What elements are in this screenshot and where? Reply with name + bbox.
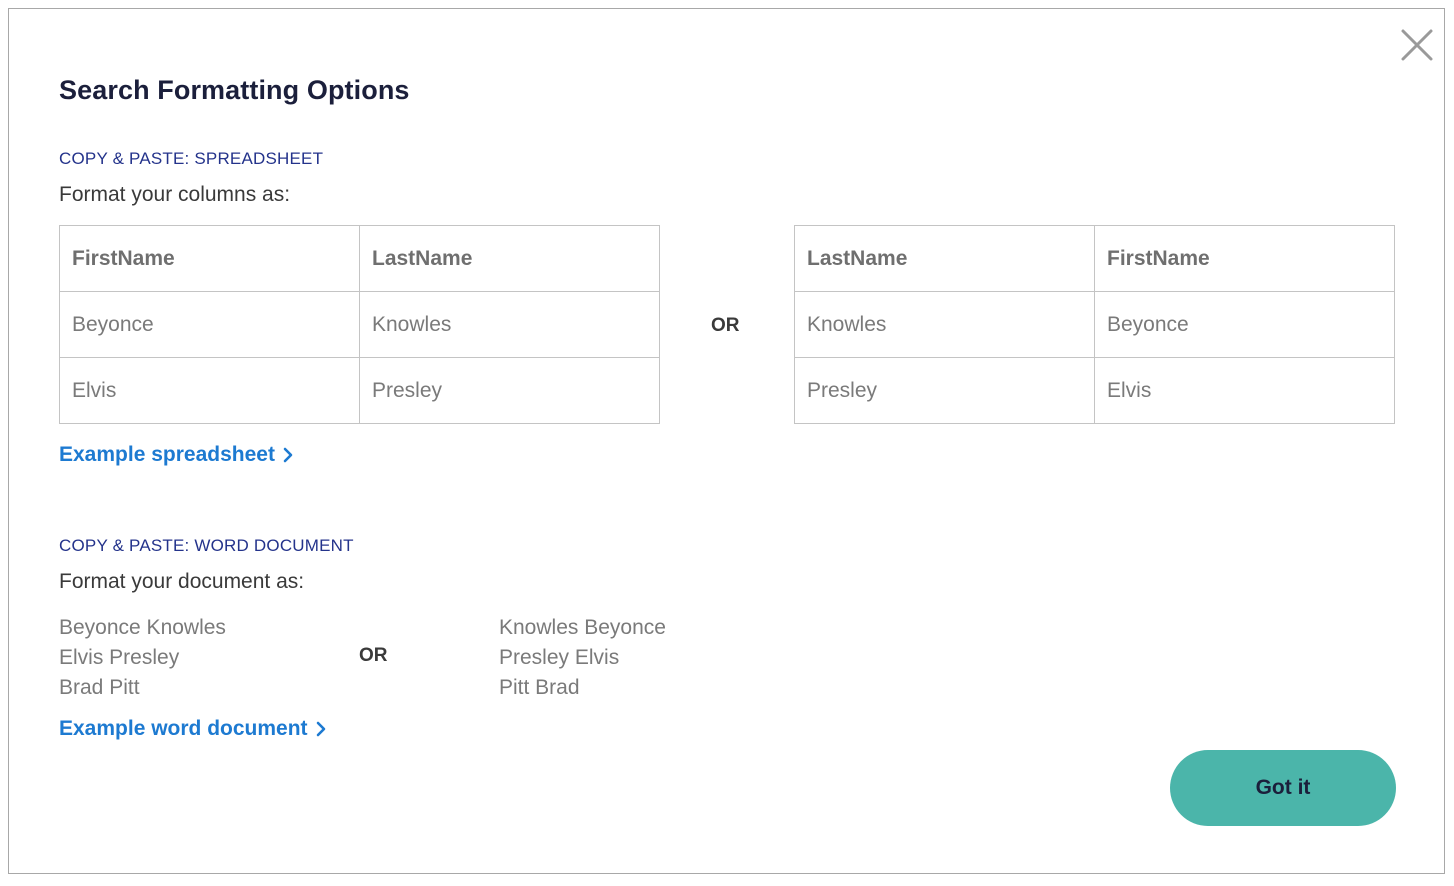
- table-row: Knowles Beyonce: [794, 291, 1395, 358]
- column-header: FirstName: [1094, 225, 1395, 292]
- table-row: Elvis Presley: [59, 357, 660, 424]
- got-it-button[interactable]: Got it: [1170, 750, 1396, 826]
- close-icon[interactable]: [1399, 27, 1435, 63]
- table-cell: Knowles: [359, 291, 660, 358]
- list-item: Beyonce Knowles: [59, 616, 226, 639]
- word-document-list-lastname-first: Knowles Beyonce Presley Elvis Pitt Brad: [499, 613, 666, 703]
- search-formatting-modal: Search Formatting Options COPY & PASTE: …: [8, 8, 1445, 874]
- table-cell: Beyonce: [59, 291, 360, 358]
- table-cell: Presley: [359, 357, 660, 424]
- word-document-or-label: OR: [359, 645, 388, 666]
- example-spreadsheet-link[interactable]: Example spreadsheet: [59, 443, 293, 467]
- table-cell: Elvis: [59, 357, 360, 424]
- table-cell: Beyonce: [1094, 291, 1395, 358]
- list-item: Knowles Beyonce: [499, 616, 666, 639]
- spreadsheet-instruction: Format your columns as:: [59, 183, 291, 206]
- list-item: Elvis Presley: [59, 646, 180, 669]
- list-item: Pitt Brad: [499, 676, 580, 699]
- chevron-right-icon: [316, 721, 325, 737]
- word-document-section-label: COPY & PASTE: WORD DOCUMENT: [59, 536, 354, 555]
- column-header: LastName: [794, 225, 1095, 292]
- list-item: Brad Pitt: [59, 676, 140, 699]
- table-row: Beyonce Knowles: [59, 291, 660, 358]
- example-word-document-link[interactable]: Example word document: [59, 717, 326, 741]
- spreadsheet-table-firstname-first: FirstName LastName Beyonce Knowles Elvis…: [59, 225, 660, 424]
- table-header-row: FirstName LastName: [59, 225, 660, 292]
- table-cell: Elvis: [1094, 357, 1395, 424]
- close-button[interactable]: [1399, 27, 1435, 63]
- table-cell: Presley: [794, 357, 1095, 424]
- spreadsheet-section-label: COPY & PASTE: SPREADSHEET: [59, 149, 324, 168]
- spreadsheet-table-lastname-first: LastName FirstName Knowles Beyonce Presl…: [794, 225, 1395, 424]
- table-header-row: LastName FirstName: [794, 225, 1395, 292]
- word-document-list-firstname-first: Beyonce Knowles Elvis Presley Brad Pitt: [59, 613, 226, 703]
- word-document-instruction: Format your document as:: [59, 570, 305, 593]
- column-header: LastName: [359, 225, 660, 292]
- modal-title: Search Formatting Options: [59, 75, 410, 105]
- example-word-document-link-label: Example word document: [59, 717, 308, 740]
- chevron-right-icon: [283, 447, 293, 463]
- spreadsheet-or-label: OR: [711, 315, 740, 336]
- example-spreadsheet-link-label: Example spreadsheet: [59, 443, 275, 466]
- table-cell: Knowles: [794, 291, 1095, 358]
- list-item: Presley Elvis: [499, 646, 620, 669]
- table-row: Presley Elvis: [794, 357, 1395, 424]
- column-header: FirstName: [59, 225, 360, 292]
